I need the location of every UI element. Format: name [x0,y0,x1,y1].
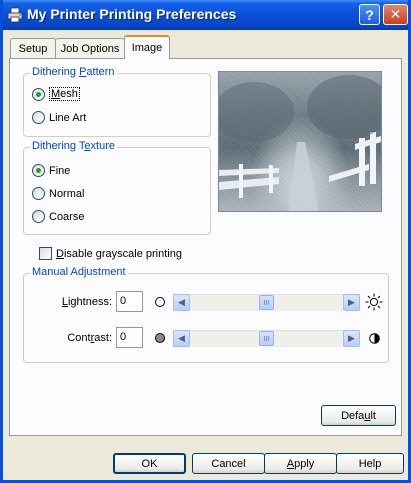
contrast-label: Contrast: [67,332,112,344]
manual-adjustment-group: Manual Adjustment Lightness: 0 ◀ ▶ Contr… [23,266,389,363]
apply-button[interactable]: Apply [264,453,337,474]
window-title: My Printer Printing Preferences [27,6,237,22]
help-button[interactable]: Help [336,453,404,474]
radio-button[interactable] [32,187,45,200]
radio-normal[interactable]: Normal [32,187,84,200]
apply-button-label: Apply [286,457,315,470]
radio-label: Normal [49,187,85,200]
default-button[interactable]: Default [321,405,396,426]
dithering-texture-group: Dithering Texture Fine Normal Coarse [23,140,211,235]
default-button-label: Default [341,409,376,422]
arrow-left-icon: ◀ [178,297,185,307]
arrow-right-icon: ▶ [348,297,355,307]
image-tab-panel: Dithering Pattern Mesh Line Art Ditherin… [9,58,402,436]
title-bar[interactable]: My Printer Printing Preferences ? ✕ [3,0,408,30]
radio-label: Line Art [49,111,87,124]
lightness-increase-button[interactable]: ▶ [343,294,360,311]
cancel-button[interactable]: Cancel [192,453,265,474]
dithering-pattern-group: Dithering Pattern Mesh Line Art [23,66,211,137]
dithering-texture-legend: Dithering Texture [30,140,117,152]
radio-label: Fine [49,164,71,177]
lightness-slider-thumb[interactable] [259,295,274,310]
tab-job-options[interactable]: Job Options [55,38,125,58]
radio-line-art[interactable]: Line Art [32,111,86,124]
close-button[interactable]: ✕ [383,4,408,25]
contrast-slider-thumb[interactable] [259,331,274,346]
contrast-icon [369,333,380,344]
radio-mesh[interactable]: Mesh [32,87,80,101]
lightness-input[interactable]: 0 [116,291,143,312]
radio-button-checked[interactable] [32,87,45,101]
ok-button[interactable]: OK [113,453,186,474]
tab-label: Job Options [60,42,120,55]
preview-scene [219,75,381,211]
radio-label: Coarse [49,210,85,223]
checkbox[interactable] [39,247,52,260]
checkbox-label: Disable grayscale printing [56,247,182,260]
preview-image [218,71,382,212]
help-button-label: Help [358,457,382,470]
lightness-decrease-button[interactable]: ◀ [173,294,190,311]
tab-label: Image [131,42,163,54]
radio-button[interactable] [32,111,45,124]
question-icon: ? [365,6,374,23]
tab-image[interactable]: Image [124,35,170,59]
cancel-button-label: Cancel [211,457,246,470]
arrow-left-icon: ◀ [178,333,185,343]
manual-adjustment-legend: Manual Adjustment [30,266,128,278]
light-circle-icon [155,297,165,307]
contrast-input[interactable]: 0 [116,327,143,348]
dithering-pattern-legend: Dithering Pattern [30,66,117,78]
printer-icon [7,7,23,23]
tab-label: Setup [18,42,48,55]
disable-grayscale-checkbox[interactable]: Disable grayscale printing [39,247,182,260]
dialog-window: My Printer Printing Preferences ? ✕ Setu… [0,0,411,483]
tab-setup[interactable]: Setup [10,38,56,58]
close-icon: ✕ [389,6,402,22]
radio-label: Mesh [49,87,80,101]
contrast-decrease-button[interactable]: ◀ [173,330,190,347]
radio-button-checked[interactable] [32,164,45,177]
arrow-right-icon: ▶ [348,333,355,343]
radio-fine[interactable]: Fine [32,164,70,177]
contrast-increase-button[interactable]: ▶ [343,330,360,347]
help-title-button[interactable]: ? [359,4,380,25]
ok-button-label: OK [141,457,158,470]
radio-coarse[interactable]: Coarse [32,210,84,223]
lightness-label: Lightness: [61,296,112,308]
sun-icon [365,293,383,311]
low-contrast-icon [155,333,165,343]
radio-button[interactable] [32,210,45,223]
